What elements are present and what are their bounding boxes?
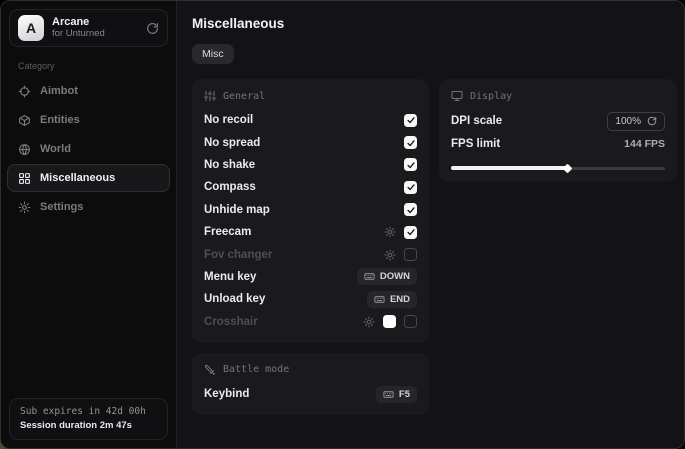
keyboard-icon — [383, 389, 394, 400]
monitor-icon — [451, 90, 463, 102]
brand-subtitle: for Unturned — [52, 29, 138, 40]
brand-name: Arcane — [52, 16, 138, 29]
no-spread-checkbox[interactable] — [404, 136, 417, 149]
unhide-map-checkbox[interactable] — [404, 203, 417, 216]
sliders-icon — [204, 90, 216, 102]
brand-card: A Arcane for Unturned — [9, 9, 168, 47]
row-unload-key: Unload key END — [204, 288, 417, 310]
battle-mode-panel-header: Battle mode — [204, 364, 417, 376]
main-content: Miscellaneous Misc General No recoil — [177, 1, 685, 448]
keyboard-icon — [364, 271, 375, 282]
row-compass: Compass — [204, 176, 417, 198]
sidebar-item-aimbot[interactable]: Aimbot — [7, 77, 170, 105]
crosshair-color-swatch[interactable] — [383, 315, 396, 328]
sidebar-item-settings[interactable]: Settings — [7, 193, 170, 221]
subscription-card: Sub expires in 42d 00h Session duration … — [9, 398, 168, 440]
globe-icon — [18, 143, 31, 156]
general-panel-header: General — [204, 90, 417, 102]
reset-icon — [647, 116, 657, 126]
gear-icon — [18, 201, 31, 214]
general-panel: General No recoil No spread — [192, 79, 429, 343]
sidebar-item-label: Aimbot — [40, 85, 78, 97]
compass-checkbox[interactable] — [404, 181, 417, 194]
sidebar: A Arcane for Unturned Category Aimbot — [1, 1, 177, 448]
freecam-checkbox[interactable] — [404, 226, 417, 239]
sidebar-item-label: World — [40, 143, 71, 155]
row-menu-key: Menu key DOWN — [204, 266, 417, 288]
fov-changer-settings-gear-icon[interactable] — [384, 249, 396, 261]
keyboard-icon — [374, 294, 385, 305]
tab-bar: Misc — [192, 44, 677, 64]
row-dpi-scale: DPI scale 100% — [451, 109, 665, 133]
sword-icon — [204, 364, 216, 376]
fov-changer-checkbox[interactable] — [404, 248, 417, 261]
sidebar-item-world[interactable]: World — [7, 135, 170, 163]
row-unhide-map: Unhide map — [204, 199, 417, 221]
brand-logo: A — [18, 15, 44, 41]
arcane-window: A Arcane for Unturned Category Aimbot — [0, 0, 685, 449]
sidebar-item-label: Miscellaneous — [40, 172, 115, 184]
grid-icon — [18, 172, 31, 185]
display-panel: Display DPI scale 100% FPS limit — [439, 79, 677, 182]
session-duration-text: Session duration 2m 47s — [20, 420, 157, 431]
unload-key-button[interactable]: END — [367, 291, 417, 308]
page-title: Miscellaneous — [192, 16, 677, 31]
sidebar-item-label: Entities — [40, 114, 80, 126]
row-freecam: Freecam — [204, 221, 417, 243]
row-no-recoil: No recoil — [204, 109, 417, 131]
fps-limit-slider[interactable] — [451, 164, 665, 172]
sub-expires-text: Sub expires in 42d 00h — [20, 406, 157, 417]
sidebar-item-label: Settings — [40, 201, 83, 213]
fps-limit-value: 144 FPS — [624, 138, 665, 150]
row-fov-changer: Fov changer — [204, 243, 417, 265]
no-shake-checkbox[interactable] — [404, 158, 417, 171]
crosshair-icon — [18, 85, 31, 98]
battle-keybind-button[interactable]: F5 — [376, 386, 417, 403]
row-battle-keybind: Keybind F5 — [204, 383, 417, 405]
battle-mode-panel: Battle mode Keybind F5 — [192, 353, 429, 415]
row-crosshair: Crosshair — [204, 311, 417, 333]
brand-text: Arcane for Unturned — [52, 16, 138, 40]
freecam-settings-gear-icon[interactable] — [384, 226, 396, 238]
cube-icon — [18, 114, 31, 127]
row-no-shake: No shake — [204, 154, 417, 176]
row-no-spread: No spread — [204, 131, 417, 153]
category-label: Category — [18, 61, 176, 71]
tab-misc[interactable]: Misc — [192, 44, 234, 64]
crosshair-checkbox[interactable] — [404, 315, 417, 328]
crosshair-settings-gear-icon[interactable] — [363, 316, 375, 328]
sidebar-item-entities[interactable]: Entities — [7, 106, 170, 134]
refresh-icon[interactable] — [146, 22, 159, 35]
sidebar-item-miscellaneous[interactable]: Miscellaneous — [7, 164, 170, 192]
dpi-scale-select[interactable]: 100% — [607, 112, 665, 131]
menu-key-button[interactable]: DOWN — [357, 268, 417, 285]
slider-handle[interactable] — [562, 163, 572, 173]
sidebar-nav: Aimbot Entities World Miscellaneous — [1, 77, 176, 221]
row-fps-limit: FPS limit 144 FPS — [451, 133, 665, 155]
no-recoil-checkbox[interactable] — [404, 114, 417, 127]
display-panel-header: Display — [451, 90, 665, 102]
fps-slider-fill — [451, 166, 567, 170]
